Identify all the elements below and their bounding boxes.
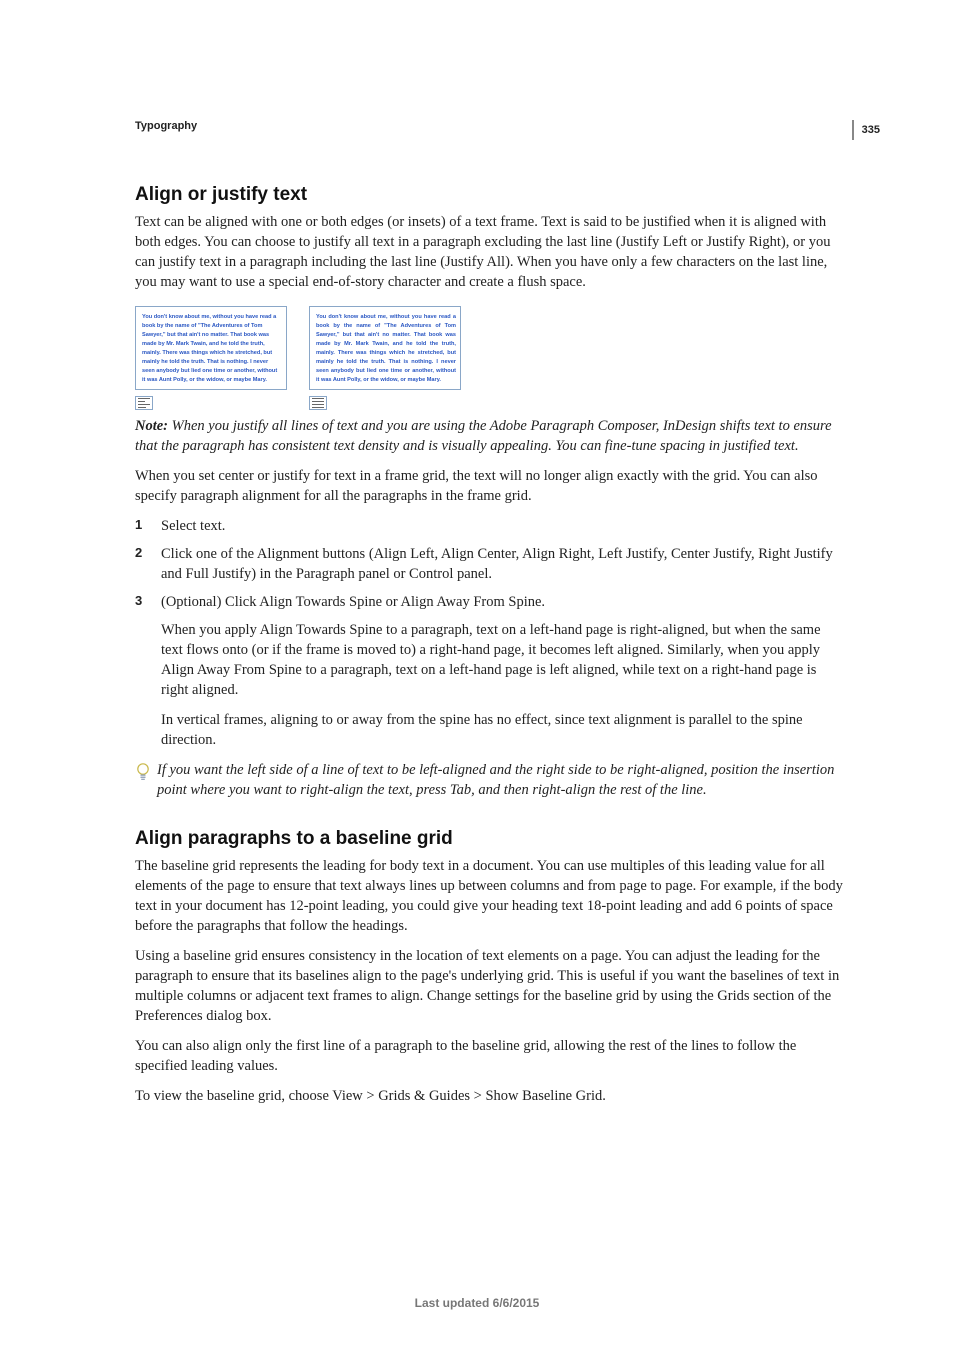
heading-align-to-baseline-grid: Align paragraphs to a baseline grid (135, 828, 844, 850)
tip: If you want the left side of a line of t… (135, 760, 844, 800)
paragraph: When you apply Align Towards Spine to a … (161, 620, 844, 700)
step-item: (Optional) Click Align Towards Spine or … (135, 592, 844, 750)
paragraph: The baseline grid represents the leading… (135, 856, 844, 936)
paragraph: When you set center or justify for text … (135, 466, 844, 506)
align-left-icon (135, 396, 153, 410)
step-item: Click one of the Alignment buttons (Alig… (135, 544, 844, 584)
paragraph: You can also align only the first line o… (135, 1036, 844, 1076)
section-label: Typography (135, 120, 844, 132)
figure-column-right: You don't know about me, without you hav… (309, 306, 461, 410)
note: Note: When you justify all lines of text… (135, 416, 844, 456)
tip-text: If you want the left side of a line of t… (157, 760, 844, 800)
lightbulb-icon (135, 762, 151, 782)
step-item: Select text. (135, 516, 844, 536)
alignment-figure: You don't know about me, without you hav… (135, 306, 844, 410)
page-number: 335 (852, 120, 880, 140)
sample-text-justified: You don't know about me, without you hav… (316, 313, 456, 385)
step-text: (Optional) Click Align Towards Spine or … (161, 594, 545, 610)
text-frame-justified: You don't know about me, without you hav… (309, 306, 461, 390)
paragraph: To view the baseline grid, choose View >… (135, 1086, 844, 1106)
paragraph: In vertical frames, aligning to or away … (161, 710, 844, 750)
note-text: When you justify all lines of text and y… (135, 418, 832, 454)
text-frame-left-aligned: You don't know about me, without you hav… (135, 306, 287, 390)
steps-list: Select text. Click one of the Alignment … (135, 516, 844, 750)
paragraph: Using a baseline grid ensures consistenc… (135, 946, 844, 1026)
justify-all-icon (309, 396, 327, 410)
footer-last-updated: Last updated 6/6/2015 (0, 1296, 954, 1310)
figure-column-left: You don't know about me, without you hav… (135, 306, 287, 410)
document-page: 335 Typography Align or justify text Tex… (0, 0, 954, 1350)
sample-text-left: You don't know about me, without you hav… (142, 313, 282, 385)
heading-align-or-justify: Align or justify text (135, 184, 844, 206)
paragraph: Text can be aligned with one or both edg… (135, 212, 844, 292)
page-content: Align or justify text Text can be aligne… (135, 184, 844, 1106)
